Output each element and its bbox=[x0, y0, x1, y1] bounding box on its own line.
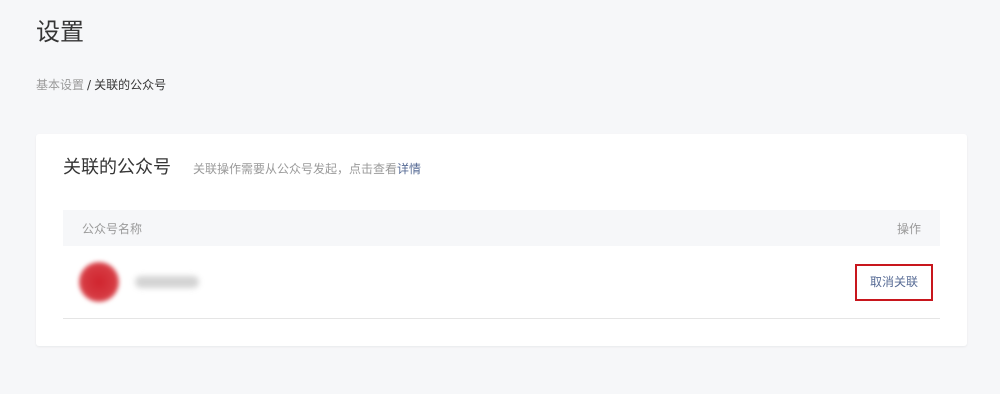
card-title: 关联的公众号 bbox=[63, 157, 171, 178]
breadcrumb-separator: / bbox=[87, 78, 92, 92]
breadcrumb: 基本设置 / 关联的公众号 bbox=[36, 76, 166, 94]
page-title: 设置 bbox=[36, 18, 84, 46]
linked-accounts-card: 关联的公众号 关联操作需要从公众号发起，点击查看详情 公众号名称 操作 取消关联 bbox=[36, 134, 967, 346]
breadcrumb-current: 关联的公众号 bbox=[94, 78, 167, 92]
column-header-action: 操作 bbox=[896, 221, 921, 236]
column-header-name: 公众号名称 bbox=[82, 221, 143, 236]
breadcrumb-basic-settings[interactable]: 基本设置 bbox=[36, 78, 84, 92]
card-hint-text: 关联操作需要从公众号发起，点击查看 bbox=[193, 162, 398, 176]
table-row: 取消关联 bbox=[63, 246, 940, 319]
details-link[interactable]: 详情 bbox=[397, 162, 421, 176]
card-header: 关联的公众号 关联操作需要从公众号发起，点击查看详情 bbox=[63, 154, 421, 182]
card-hint: 关联操作需要从公众号发起，点击查看详情 bbox=[193, 160, 421, 177]
unlink-button[interactable]: 取消关联 bbox=[855, 263, 933, 301]
account-cell bbox=[79, 262, 199, 302]
table-header: 公众号名称 操作 bbox=[63, 210, 940, 246]
linked-accounts-table: 公众号名称 操作 取消关联 bbox=[63, 210, 940, 319]
settings-page: 设置 基本设置 / 关联的公众号 关联的公众号 关联操作需要从公众号发起，点击查看详… bbox=[0, 0, 1000, 394]
account-name-redacted bbox=[135, 276, 199, 288]
avatar bbox=[79, 262, 119, 302]
